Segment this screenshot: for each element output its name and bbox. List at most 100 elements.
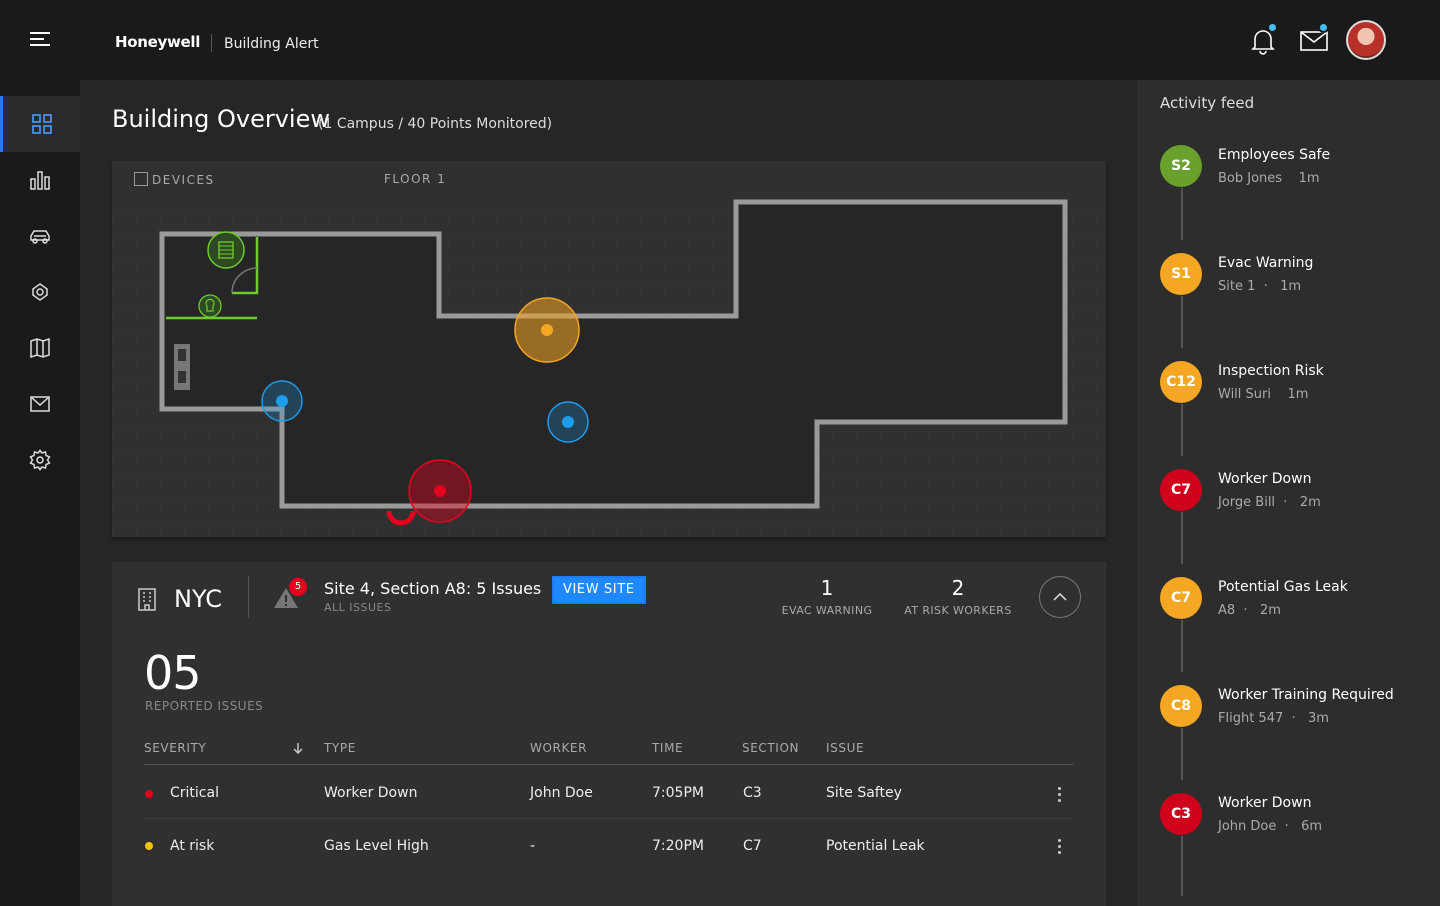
cell-worker: John Doe [530, 785, 593, 801]
floor-selector[interactable]: FLOOR 1 [384, 172, 446, 186]
floor-map[interactable]: DEVICES FLOOR 1 [112, 161, 1106, 537]
at-risk-workers-stat: 2 AT RISK WORKERS [904, 576, 1012, 617]
side-nav [0, 80, 80, 906]
cell-severity: At risk [170, 838, 215, 854]
feed-item[interactable]: C7 Worker Down Jorge Bill · 2m [1160, 469, 1440, 529]
notification-dot [1318, 22, 1329, 33]
feed-code-badge: S2 [1160, 145, 1202, 187]
bell-icon[interactable] [1247, 22, 1279, 56]
feed-item-meta: A8 · 2m [1218, 603, 1281, 618]
cell-type: Worker Down [324, 785, 418, 801]
feed-item-title: Worker Down [1218, 795, 1312, 811]
top-bar: Honeywell Building Alert [0, 0, 1440, 80]
feed-item[interactable]: C12 Inspection Risk Will Suri 1m [1160, 361, 1440, 421]
column-section[interactable]: SECTION [742, 741, 799, 755]
issue-count-badge: 5 [289, 578, 307, 596]
row-divider [144, 818, 1073, 819]
cell-severity: Critical [170, 785, 219, 801]
nav-vehicles[interactable] [0, 208, 80, 264]
feed-item-meta: Flight 547 · 3m [1218, 711, 1329, 726]
nav-drones[interactable] [0, 264, 80, 320]
row-menu-icon[interactable] [1058, 839, 1062, 857]
cell-issue: Potential Leak [826, 838, 925, 854]
table-header-rule [144, 764, 1073, 765]
feed-item[interactable]: C3 Worker Down John Doe · 6m [1160, 793, 1440, 853]
bar-chart-icon [30, 171, 50, 190]
feed-item[interactable]: C7 Potential Gas Leak A8 · 2m [1160, 577, 1440, 637]
cell-issue: Site Saftey [826, 785, 902, 801]
settings-icon [29, 449, 51, 471]
site-issues-card: NYC 5 Site 4, Section A8: 5 Issues ALL I… [112, 562, 1106, 906]
divider [248, 576, 249, 618]
feed-item-title: Employees Safe [1218, 147, 1331, 163]
column-worker[interactable]: WORKER [530, 741, 587, 755]
map-icon [30, 337, 50, 359]
feed-item-meta: Site 1 · 1m [1218, 279, 1302, 294]
collapse-button[interactable] [1039, 576, 1081, 618]
feed-title: Activity feed [1160, 94, 1255, 112]
nav-messages[interactable] [0, 376, 80, 432]
cell-time: 7:20PM [652, 838, 704, 854]
feed-item-title: Evac Warning [1218, 255, 1314, 271]
evac-warning-stat: 1 EVAC WARNING [781, 576, 873, 617]
reported-issues-label: REPORTED ISSUES [145, 699, 264, 713]
reported-issues-count: 05 [144, 646, 202, 700]
feed-item[interactable]: S1 Evac Warning Site 1 · 1m [1160, 253, 1440, 313]
feed-code-badge: S1 [1160, 253, 1202, 295]
building-icon [138, 588, 156, 611]
feed-item[interactable]: C8 Worker Training Required Flight 547 ·… [1160, 685, 1440, 745]
cell-time: 7:05PM [652, 785, 704, 801]
nav-map[interactable] [0, 320, 80, 376]
all-issues-link[interactable]: ALL ISSUES [324, 601, 391, 614]
feed-code-badge: C7 [1160, 577, 1202, 619]
devices-toggle[interactable]: DEVICES [134, 172, 215, 187]
site-location: NYC [174, 585, 223, 613]
drone-icon [32, 283, 48, 301]
column-severity[interactable]: SEVERITY [144, 741, 206, 755]
building-icon [134, 172, 148, 186]
nav-dashboard[interactable] [0, 96, 80, 152]
nav-settings[interactable] [0, 432, 80, 488]
feed-item-meta: Jorge Bill · 2m [1218, 495, 1321, 510]
floor-plan [112, 199, 1106, 537]
activity-feed: Activity feed S2 Employees Safe Bob Jone… [1137, 80, 1440, 906]
vehicle-icon [30, 230, 50, 244]
brand-divider [211, 34, 212, 52]
avatar[interactable] [1346, 20, 1386, 60]
cell-section: C3 [743, 785, 762, 801]
feed-code-badge: C12 [1160, 361, 1202, 403]
product-name: Building Alert [224, 36, 319, 52]
site-title: Site 4, Section A8: 5 Issues [324, 579, 542, 598]
cell-type: Gas Level High [324, 838, 429, 854]
lightbulb-icon[interactable] [198, 294, 222, 318]
column-type[interactable]: TYPE [324, 741, 356, 755]
feed-code-badge: C8 [1160, 685, 1202, 727]
severity-dot [145, 842, 153, 850]
feed-item[interactable]: S2 Employees Safe Bob Jones 1m [1160, 145, 1440, 205]
mail-icon[interactable] [1298, 22, 1330, 56]
row-menu-icon[interactable] [1058, 787, 1062, 805]
dashboard-icon [31, 114, 52, 134]
brand-logo: Honeywell [115, 33, 201, 51]
notification-dot [1267, 22, 1278, 33]
column-time[interactable]: TIME [652, 741, 683, 755]
menu-icon[interactable] [30, 32, 50, 48]
column-issue[interactable]: ISSUE [826, 741, 864, 755]
nav-analytics[interactable] [0, 152, 80, 208]
feed-item-meta: John Doe · 6m [1218, 819, 1323, 834]
feed-item-title: Inspection Risk [1218, 363, 1324, 379]
sort-down-icon[interactable] [293, 742, 303, 754]
page-title: Building Overview [112, 105, 330, 133]
chevron-up-icon [1053, 593, 1067, 601]
feed-code-badge: C3 [1160, 793, 1202, 835]
feed-item-title: Worker Down [1218, 471, 1312, 487]
feed-item-title: Potential Gas Leak [1218, 579, 1348, 595]
feed-item-meta: Bob Jones 1m [1218, 171, 1320, 186]
cell-worker: - [530, 838, 536, 854]
severity-dot [145, 790, 153, 798]
page-subtitle: (1 Campus / 40 Points Monitored) [318, 116, 553, 132]
mail-icon [30, 396, 50, 412]
feed-item-meta: Will Suri 1m [1218, 387, 1309, 402]
view-site-button[interactable]: VIEW SITE [552, 576, 646, 604]
feed-item-title: Worker Training Required [1218, 687, 1394, 703]
